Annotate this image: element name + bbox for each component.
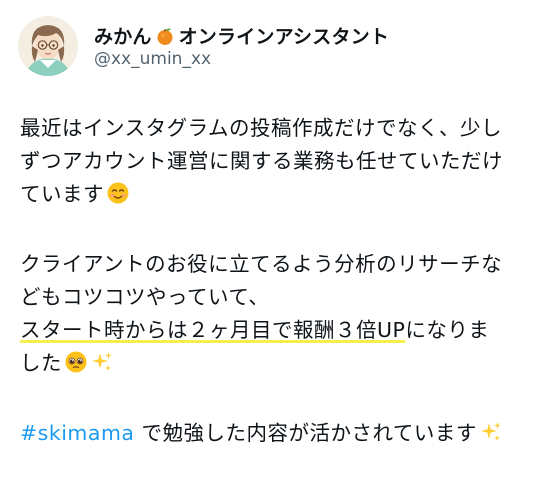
text-line-with-emoji: ています <box>20 178 530 215</box>
text-fragment: で勉強した内容が活かされています <box>134 421 477 445</box>
text-line: ずつアカウント運営に関する業務も任せていただけ <box>20 149 503 173</box>
tweet-text: 最近はインスタグラムの投稿作成だけでなく、少し ずつアカウント運営に関する業務も… <box>20 112 530 454</box>
display-name-text: みかん <box>94 26 152 48</box>
text-line-with-emoji: した <box>20 347 530 384</box>
tweet-paragraph-1: 最近はインスタグラムの投稿作成だけでなく、少し ずつアカウント運営に関する業務も… <box>20 112 530 215</box>
sparkles-icon <box>479 420 503 454</box>
highlighted-text: スタート時からは２ヶ月目で報酬３倍UP <box>20 318 406 343</box>
avatar[interactable] <box>18 16 78 76</box>
tangerine-icon <box>155 26 175 46</box>
text-line: どもコツコツやっていて、 <box>20 285 270 309</box>
smiling-face-icon <box>106 181 130 215</box>
text-fragment: ています <box>20 182 104 206</box>
hashtag-link[interactable]: #skimama <box>20 421 135 445</box>
tweet-paragraph-2: クライアントのお役に立てるよう分析のリサーチな どもコツコツやっていて、 スター… <box>20 248 530 384</box>
text-line: 最近はインスタグラムの投稿作成だけでなく、少し <box>20 116 502 140</box>
text-fragment: した <box>20 351 62 375</box>
sparkles-icon <box>90 350 114 384</box>
display-name[interactable]: みかん オンラインアシスタント <box>94 22 389 49</box>
pleading-face-icon <box>64 350 88 384</box>
text-line-with-hashtag: #skimama で勉強した内容が活かされています <box>20 417 530 454</box>
tweet-header: みかん オンラインアシスタント @xx_umin_xx <box>18 16 528 76</box>
text-line: クライアントのお役に立てるよう分析のリサーチな <box>20 252 503 276</box>
tweet-paragraph-3: #skimama で勉強した内容が活かされています <box>20 417 530 454</box>
display-name-suffix: オンラインアシスタント <box>178 26 390 48</box>
text-fragment: になりま <box>405 318 490 342</box>
user-handle[interactable]: @xx_umin_xx <box>94 49 211 69</box>
text-line-highlighted: スタート時からは２ヶ月目で報酬３倍UPになりま <box>20 314 530 347</box>
